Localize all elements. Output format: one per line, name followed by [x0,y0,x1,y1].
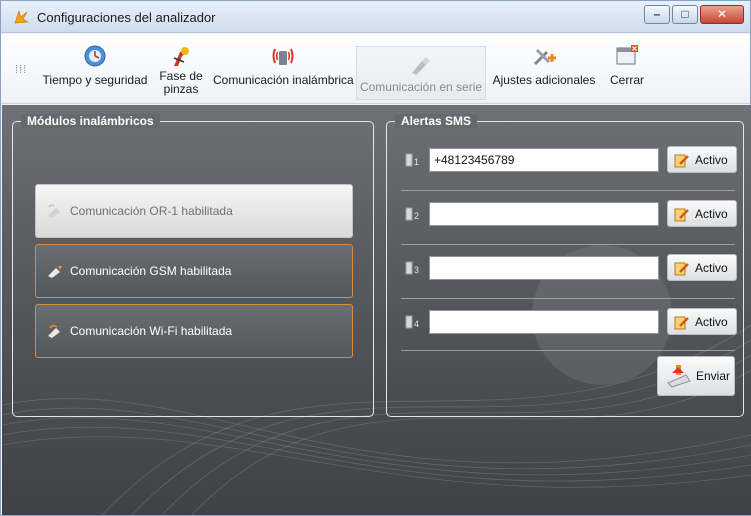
sms-separator [401,350,735,351]
minimize-icon: – [653,7,661,21]
svg-text:3: 3 [414,265,419,275]
toolbar-label: Tiempo y seguridad [42,73,148,87]
toolbar-label: Fase de pinzas [159,69,203,96]
minimize-button[interactable]: – [644,5,670,24]
toolbar-button-additional[interactable]: Ajustes adicionales [489,44,599,104]
send-label: Enviar [696,369,731,383]
sms-separator [401,190,735,191]
sms-number-4-input[interactable] [429,310,659,334]
activo-3-button[interactable]: Activo [667,254,737,281]
title-bar[interactable]: Configuraciones del analizador – □ ✕ [1,1,750,33]
sms-alerts-group: Alertas SMS 1 Activo [386,114,747,417]
svg-text:4: 4 [414,319,419,329]
toolbar-button-clamp-phase[interactable]: Fase de pinzas [151,44,211,104]
wireless-modules-group: Módulos inalámbricos Comunicación OR-1 h… [12,114,374,417]
sms-row-3: 3 Activo [401,254,747,284]
toolbar-button-wireless[interactable]: Comunicación inalámbrica [213,44,354,104]
app-logo-icon [14,10,29,24]
window-controls: – □ ✕ [642,5,744,25]
module-gsm-icon [48,266,62,278]
module-gsm-button[interactable]: Comunicación GSM habilitada [35,244,353,298]
svg-text:1: 1 [414,157,419,167]
maximize-icon: □ [681,7,689,21]
activo-label: Activo [695,260,728,275]
toolbar-label: Comunicación inalámbrica [213,73,354,87]
phone-3-icon: 3 [405,261,419,275]
serial-plug-icon [412,57,430,75]
toolbar-button-close[interactable]: Cerrar [607,44,647,104]
module-label: Comunicación Wi-Fi habilitada [70,324,233,338]
toolbar-grip[interactable]: ⁞⁞⁞ [15,64,27,76]
sms-number-1-input[interactable] [429,148,659,172]
phone-2-icon: 2 [405,207,419,221]
edit-note-icon [674,208,689,221]
window-title: Configuraciones del analizador [37,10,216,25]
activo-label: Activo [695,314,728,329]
toolbar-label: Cerrar [609,73,644,87]
activo-label: Activo [695,206,728,221]
sms-number-2-input[interactable] [429,202,659,226]
close-window-icon [616,45,638,65]
wireless-modules-title: Módulos inalámbricos [21,114,160,128]
main-panel: Módulos inalámbricos Comunicación OR-1 h… [2,105,751,515]
toolbar-label: Comunicación en serie [359,80,483,94]
module-or1-icon [48,204,60,218]
sms-row-2: 2 Activo [401,200,747,230]
clock-shield-icon [84,45,106,67]
sms-alerts-title: Alertas SMS [395,114,478,128]
module-label: Comunicación OR-1 habilitada [70,204,233,218]
send-sms-icon [667,365,691,388]
settings-window: Configuraciones del analizador – □ ✕ ⁞⁞⁞… [0,0,751,516]
wireless-icon [272,48,294,65]
sms-separator [401,298,735,299]
maximize-button[interactable]: □ [672,5,698,24]
activo-label: Activo [695,152,728,167]
activo-1-button[interactable]: Activo [667,146,737,173]
module-wifi-button[interactable]: Comunicación Wi-Fi habilitada [35,304,353,358]
module-or1-button[interactable]: Comunicación OR-1 habilitada [35,184,353,238]
activo-2-button[interactable]: Activo [667,200,737,227]
phone-4-icon: 4 [405,315,419,329]
toolbar: ⁞⁞⁞ Tiempo y seguridad Fase de pinzas Co… [1,34,750,104]
close-icon: ✕ [716,7,728,21]
module-label: Comunicación GSM habilitada [70,264,232,278]
edit-note-icon [674,154,689,167]
sms-number-3-input[interactable] [429,256,659,280]
tools-plus-icon [533,48,556,66]
edit-note-icon [674,262,689,275]
send-button[interactable]: Enviar [657,356,735,396]
toolbar-button-time-security[interactable]: Tiempo y seguridad [41,44,149,104]
close-button[interactable]: ✕ [700,5,744,24]
toolbar-button-serial[interactable]: Comunicación en serie [356,46,486,100]
phone-1-icon: 1 [405,153,419,167]
module-wifi-icon [48,324,60,338]
sms-row-1: 1 Activo [401,146,747,176]
sms-row-4: 4 Activo [401,308,747,338]
sms-separator [401,244,735,245]
toolbar-label: Ajustes adicionales [492,73,596,87]
edit-note-icon [674,316,689,329]
clamp-phase-icon [173,47,189,66]
activo-4-button[interactable]: Activo [667,308,737,335]
svg-text:2: 2 [414,211,419,221]
